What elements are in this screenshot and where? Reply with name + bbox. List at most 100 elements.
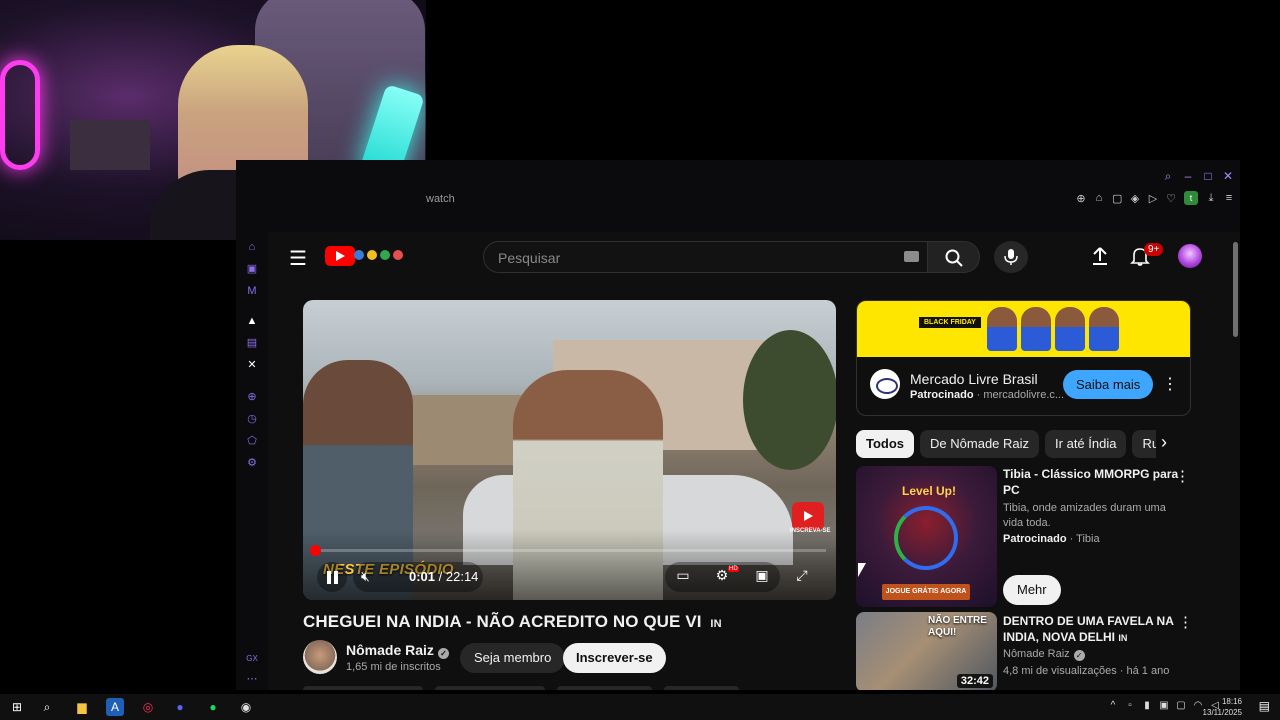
chip-all[interactable]: Todos (856, 430, 915, 458)
fullscreen-icon[interactable]: ⤢ (792, 567, 812, 584)
chip-streets[interactable]: Ruas (1132, 430, 1156, 458)
heart-icon[interactable]: ♡ (1166, 192, 1176, 205)
system-clock[interactable]: 18:16 13/11/2025 (1203, 696, 1242, 718)
youtube-doodle[interactable] (354, 244, 410, 266)
search-input[interactable] (498, 248, 878, 268)
sidebar-thumbnail[interactable]: NÃO ENTRE AQUI! 32:42 (856, 612, 997, 690)
channel-name-text[interactable]: Nômade Raiz (346, 642, 434, 658)
subscribe-button[interactable]: Inscrever-se (563, 643, 666, 673)
upload-icon[interactable] (1090, 246, 1110, 266)
join-membership-button[interactable]: Seja membro (460, 643, 566, 673)
file-explorer-icon[interactable]: ▆ (73, 698, 91, 716)
zoom-icon[interactable]: ⊕ (1076, 192, 1086, 205)
video-player[interactable]: INSCREVA-SE NESTE EPISÓDIO 🔇︎ 0:01 / 22:… (303, 300, 836, 600)
hamburger-menu-icon[interactable]: ☰ (286, 246, 310, 271)
channel-name[interactable]: Nômade Raiz ✓ (346, 642, 449, 659)
sidebar-x-icon[interactable]: ✕ (245, 358, 259, 372)
youtube-logo[interactable] (325, 246, 355, 266)
obs-icon[interactable]: ◉ (237, 698, 255, 716)
address-bar-text[interactable]: watch (426, 193, 455, 205)
sidebar-history-icon[interactable]: ◷ (245, 412, 259, 426)
search-icon[interactable]: ⌕ (1162, 170, 1174, 182)
chip-from-channel[interactable]: De Nômade Raiz (920, 430, 1040, 458)
action-button-placeholder[interactable] (435, 686, 545, 690)
opera-gx-icon[interactable]: ◎ (139, 698, 157, 716)
sponsored-label: Patrocinado (910, 389, 974, 401)
sidebar-extension-icon[interactable]: ⌂ (245, 240, 259, 254)
more-options-icon[interactable]: ⋮ (1162, 374, 1178, 394)
search-button[interactable] (928, 241, 980, 273)
screenshot-icon[interactable]: ▢ (1112, 192, 1122, 205)
more-options-icon[interactable]: ⋮ (1178, 613, 1193, 631)
notification-center-icon[interactable]: ▤ (1259, 699, 1270, 713)
keyboard-icon[interactable] (904, 251, 919, 262)
sidebar-bag-icon[interactable]: ⬠ (245, 434, 259, 448)
more-button[interactable]: Mehr (1003, 575, 1061, 605)
more-options-icon[interactable]: ⋮ (1175, 467, 1190, 485)
pin-icon[interactable]: ⌂ (1094, 192, 1104, 204)
sidebar-item-title[interactable]: Tibia - Clássico MMORPG para PC (1003, 466, 1181, 498)
sidebar-channel-name[interactable]: Nômade Raiz (1003, 648, 1070, 660)
learn-more-button[interactable]: Saiba mais (1063, 370, 1154, 399)
chevron-right-icon[interactable]: › (1161, 432, 1167, 453)
discord-icon[interactable]: ● (171, 698, 189, 716)
advertiser-logo[interactable] (870, 369, 900, 399)
progress-scrubber[interactable] (310, 545, 321, 556)
tray-app-icon[interactable]: ▣ (1159, 700, 1169, 711)
account-avatar[interactable] (1178, 244, 1202, 268)
scrollbar-thumb[interactable] (1233, 242, 1238, 337)
subtitles-icon[interactable]: ▭ (673, 567, 693, 584)
app-a-icon[interactable]: A (106, 698, 124, 716)
page-scrollbar[interactable] (1232, 232, 1240, 690)
extension-badge-icon[interactable]: t (1184, 191, 1198, 205)
sidebar-gx-icon[interactable]: GX (245, 652, 259, 666)
wifi-icon[interactable]: ◠ (1193, 700, 1203, 711)
progress-bar[interactable] (310, 545, 826, 556)
microphone-icon[interactable]: ▮ (1142, 700, 1152, 711)
channel-avatar[interactable] (303, 640, 337, 674)
sidebar-thumbnail[interactable]: Level Up! JOGUE GRÁTIS AGORA (856, 466, 997, 607)
clock-date: 13/11/2025 (1202, 708, 1242, 717)
pause-button[interactable] (317, 562, 347, 592)
sponsored-ad-card[interactable]: BLACK FRIDAY Mercado Livre Brasil Patroc… (856, 300, 1191, 416)
chevron-up-icon[interactable]: ^ (1108, 700, 1118, 711)
tray-app-icon[interactable]: ▢ (1176, 700, 1186, 711)
play-icon[interactable]: ▷ (1148, 192, 1158, 205)
search-box[interactable] (483, 241, 928, 273)
sidebar-twitch-chat-icon[interactable]: ▤ (245, 336, 259, 350)
download-icon[interactable]: ⤓ (1206, 192, 1216, 205)
close-icon[interactable]: ✕ (1222, 170, 1234, 182)
minimize-icon[interactable]: – (1182, 170, 1194, 182)
sidebar-mail-icon[interactable]: M (245, 284, 259, 298)
theater-mode-icon[interactable]: ▣ (752, 567, 772, 584)
action-button-placeholder[interactable] (557, 686, 652, 690)
sidebar-more-icon[interactable]: ⋯ (245, 672, 259, 686)
tray-app-icon[interactable]: ▫ (1125, 700, 1135, 711)
subscribe-watermark-icon[interactable] (792, 502, 824, 530)
sidebar-item-title-text[interactable]: DENTRO DE UMA FAVELA NA INDIA, NOVA DELH… (1003, 614, 1173, 644)
sidebar-channel[interactable]: Nômade Raiz ✓ (1003, 648, 1085, 661)
chip-india-trip[interactable]: Ir até Índia (1045, 430, 1127, 458)
filter-chips: TodosDe Nômade RaizIr até ÍndiaRuas (856, 430, 1156, 458)
thumbnail-cta: JOGUE GRÁTIS AGORA (882, 584, 970, 600)
muted-volume-icon[interactable]: 🔇︎ (361, 568, 370, 585)
maximize-icon[interactable]: □ (1202, 170, 1214, 182)
current-time: 0:01 (409, 569, 436, 584)
sidebar-arc-icon[interactable]: ▲ (245, 314, 259, 328)
sidebar-item-title[interactable]: DENTRO DE UMA FAVELA NA INDIA, NOVA DELH… (1003, 613, 1181, 646)
voice-search-button[interactable] (994, 241, 1028, 273)
thumbnail-ring (894, 506, 958, 570)
sidebar-twitch-icon[interactable]: ▣ (245, 262, 259, 276)
action-button-placeholder[interactable] (303, 686, 423, 690)
windows-start-icon[interactable]: ⊞ (8, 698, 26, 716)
action-button-placeholder[interactable] (664, 686, 739, 690)
sidebar-add-icon[interactable]: ⊕ (245, 390, 259, 404)
search-icon[interactable]: ⌕ (38, 698, 56, 716)
verified-check-icon: ✓ (1073, 650, 1085, 661)
menu-icon[interactable]: ≡ (1224, 192, 1234, 204)
spotify-icon[interactable]: ● (204, 698, 222, 716)
browser-toolbar: ⌕ – □ ✕ watch ⊕ ⌂ ▢ ◈ ▷ ♡ t ⤓ ≡ (236, 160, 1240, 232)
ad-banner-image[interactable]: BLACK FRIDAY (857, 301, 1190, 357)
sidebar-settings-icon[interactable]: ⚙ (245, 456, 259, 470)
shield-icon[interactable]: ◈ (1130, 192, 1140, 205)
